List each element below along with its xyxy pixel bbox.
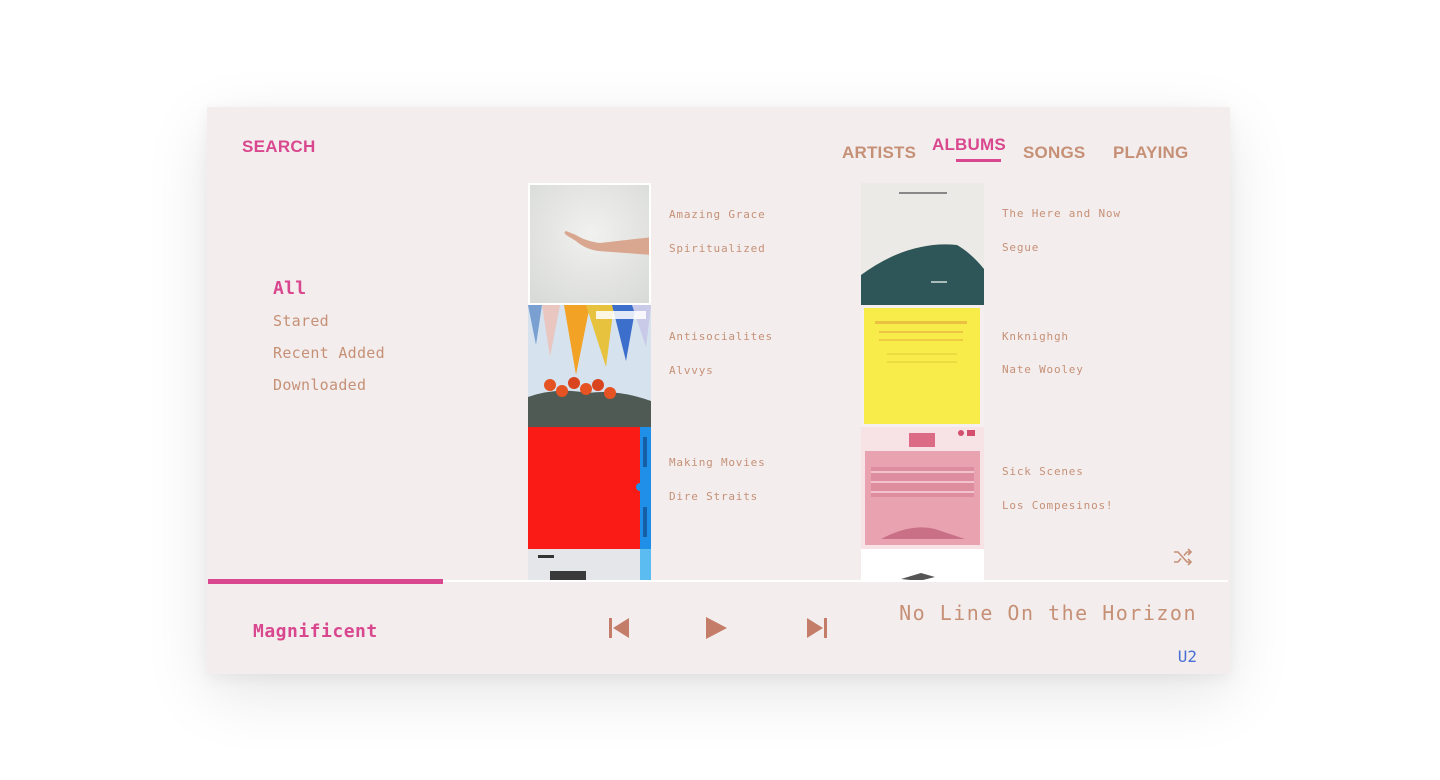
album-title: Amazing Grace xyxy=(669,208,766,221)
music-player-window: SEARCH ARTISTS ALBUMS SONGS PLAYING All … xyxy=(207,107,1230,674)
album-cover[interactable] xyxy=(861,305,984,427)
now-playing-artist[interactable]: U2 xyxy=(1178,647,1197,666)
album-card[interactable]: Sick Scenes Los Compesinos! xyxy=(861,427,1181,549)
album-artist: Spiritualized xyxy=(669,242,766,255)
album-title: Sick Scenes xyxy=(1002,465,1084,478)
album-title: Antisocialites xyxy=(669,330,773,343)
filter-downloaded[interactable]: Downloaded xyxy=(273,369,385,401)
shuffle-icon[interactable] xyxy=(1172,546,1194,568)
library-filter-list: All Stared Recent Added Downloaded xyxy=(273,273,385,401)
album-artist: Alvvys xyxy=(669,364,714,377)
filter-recent-added[interactable]: Recent Added xyxy=(273,337,385,369)
album-artist: Nate Wooley xyxy=(1002,363,1084,376)
now-playing-title: Magnificent xyxy=(253,621,378,642)
album-artist: Dire Straits xyxy=(669,490,759,503)
filter-all[interactable]: All xyxy=(273,273,385,305)
now-playing-album: No Line On the Horizon xyxy=(899,601,1197,625)
album-card[interactable]: Amazing Grace Spiritualized xyxy=(528,183,848,305)
skip-previous-icon[interactable] xyxy=(607,616,631,640)
skip-next-icon[interactable] xyxy=(805,616,829,640)
album-card[interactable]: Knknighgh Nate Wooley xyxy=(861,305,1181,427)
play-icon[interactable] xyxy=(704,616,728,640)
album-card[interactable] xyxy=(528,549,848,580)
album-card[interactable]: Antisocialites Alvvys xyxy=(528,305,848,427)
tab-albums[interactable]: ALBUMS xyxy=(932,135,1006,155)
album-artist: Los Compesinos! xyxy=(1002,499,1114,512)
album-title: The Here and Now xyxy=(1002,207,1121,220)
album-cover[interactable] xyxy=(861,427,984,549)
album-title: Knknighgh xyxy=(1002,330,1069,343)
search-button[interactable]: SEARCH xyxy=(242,137,316,157)
album-artist: Segue xyxy=(1002,241,1040,254)
tab-songs[interactable]: SONGS xyxy=(1023,143,1085,163)
album-cover[interactable] xyxy=(528,183,651,305)
album-cover[interactable] xyxy=(528,305,651,427)
tab-playing[interactable]: PLAYING xyxy=(1113,143,1188,163)
album-cover[interactable] xyxy=(861,183,984,305)
album-card[interactable]: Making Movies Dire Straits xyxy=(528,427,848,549)
active-tab-indicator xyxy=(956,159,1001,162)
tab-artists[interactable]: ARTISTS xyxy=(842,143,916,163)
album-card[interactable] xyxy=(861,549,1181,580)
album-card[interactable]: The Here and Now Segue xyxy=(861,183,1181,305)
album-grid: Amazing Grace Spiritualized The Here and… xyxy=(528,183,1208,580)
filter-stared[interactable]: Stared xyxy=(273,305,385,337)
album-title: Making Movies xyxy=(669,456,766,469)
album-cover[interactable] xyxy=(861,549,984,580)
album-cover[interactable] xyxy=(528,549,651,580)
progress-fill[interactable] xyxy=(208,579,443,584)
album-cover[interactable] xyxy=(528,427,651,549)
